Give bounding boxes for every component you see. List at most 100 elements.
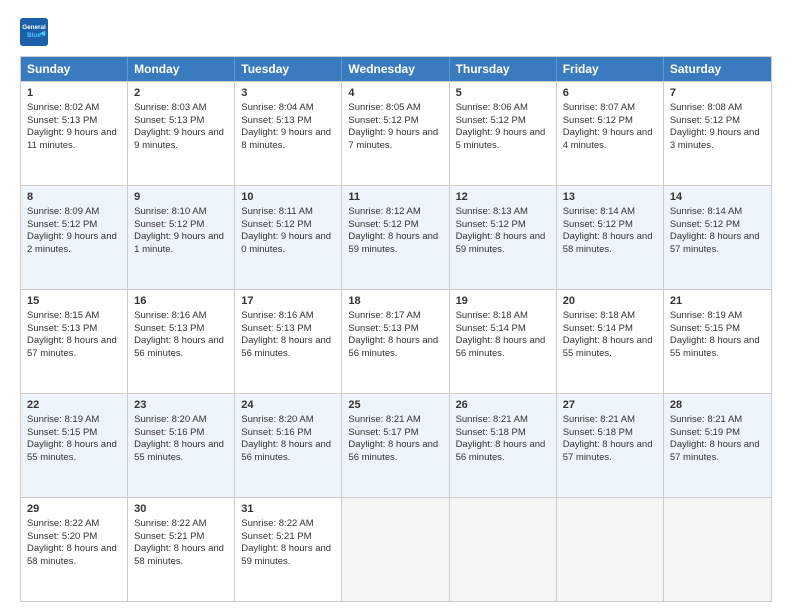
day-number: 10 (241, 190, 335, 205)
day-number: 9 (134, 190, 228, 205)
sunset-label: Sunset: 5:13 PM (27, 323, 97, 334)
day-cell-23: 23Sunrise: 8:20 AMSunset: 5:16 PMDayligh… (128, 394, 235, 497)
daylight-label: Daylight: 8 hours and 57 minutes. (27, 335, 117, 359)
daylight-label: Daylight: 8 hours and 55 minutes. (563, 335, 653, 359)
empty-cell (342, 498, 449, 601)
sunset-label: Sunset: 5:17 PM (348, 427, 418, 438)
day-number: 27 (563, 398, 657, 413)
daylight-label: Daylight: 8 hours and 56 minutes. (134, 335, 224, 359)
day-number: 1 (27, 86, 121, 101)
calendar: SundayMondayTuesdayWednesdayThursdayFrid… (20, 56, 772, 602)
sunrise-label: Sunrise: 8:14 AM (670, 206, 742, 217)
daylight-label: Daylight: 8 hours and 55 minutes. (134, 439, 224, 463)
sunset-label: Sunset: 5:12 PM (134, 219, 204, 230)
header-day-monday: Monday (128, 57, 235, 81)
daylight-label: Daylight: 9 hours and 2 minutes. (27, 231, 117, 255)
day-number: 3 (241, 86, 335, 101)
day-number: 13 (563, 190, 657, 205)
sunset-label: Sunset: 5:14 PM (456, 323, 526, 334)
day-cell-17: 17Sunrise: 8:16 AMSunset: 5:13 PMDayligh… (235, 290, 342, 393)
sunset-label: Sunset: 5:21 PM (241, 531, 311, 542)
empty-cell (664, 498, 771, 601)
sunset-label: Sunset: 5:12 PM (241, 219, 311, 230)
day-number: 5 (456, 86, 550, 101)
day-number: 17 (241, 294, 335, 309)
sunrise-label: Sunrise: 8:07 AM (563, 102, 635, 113)
day-number: 20 (563, 294, 657, 309)
day-number: 26 (456, 398, 550, 413)
sunset-label: Sunset: 5:19 PM (670, 427, 740, 438)
sunrise-label: Sunrise: 8:02 AM (27, 102, 99, 113)
sunrise-label: Sunrise: 8:17 AM (348, 310, 420, 321)
sunset-label: Sunset: 5:21 PM (134, 531, 204, 542)
sunrise-label: Sunrise: 8:21 AM (563, 414, 635, 425)
day-cell-9: 9Sunrise: 8:10 AMSunset: 5:12 PMDaylight… (128, 186, 235, 289)
day-number: 8 (27, 190, 121, 205)
day-cell-31: 31Sunrise: 8:22 AMSunset: 5:21 PMDayligh… (235, 498, 342, 601)
header-day-tuesday: Tuesday (235, 57, 342, 81)
sunset-label: Sunset: 5:15 PM (670, 323, 740, 334)
daylight-label: Daylight: 8 hours and 58 minutes. (27, 543, 117, 567)
calendar-header: SundayMondayTuesdayWednesdayThursdayFrid… (21, 57, 771, 81)
day-number: 28 (670, 398, 765, 413)
daylight-label: Daylight: 8 hours and 56 minutes. (241, 439, 331, 463)
day-number: 25 (348, 398, 442, 413)
day-number: 30 (134, 502, 228, 517)
day-number: 7 (670, 86, 765, 101)
daylight-label: Daylight: 8 hours and 59 minutes. (241, 543, 331, 567)
day-cell-25: 25Sunrise: 8:21 AMSunset: 5:17 PMDayligh… (342, 394, 449, 497)
daylight-label: Daylight: 8 hours and 56 minutes. (348, 335, 438, 359)
day-cell-14: 14Sunrise: 8:14 AMSunset: 5:12 PMDayligh… (664, 186, 771, 289)
sunrise-label: Sunrise: 8:19 AM (27, 414, 99, 425)
day-cell-18: 18Sunrise: 8:17 AMSunset: 5:13 PMDayligh… (342, 290, 449, 393)
day-number: 18 (348, 294, 442, 309)
day-cell-11: 11Sunrise: 8:12 AMSunset: 5:12 PMDayligh… (342, 186, 449, 289)
sunrise-label: Sunrise: 8:18 AM (563, 310, 635, 321)
day-cell-22: 22Sunrise: 8:19 AMSunset: 5:15 PMDayligh… (21, 394, 128, 497)
sunset-label: Sunset: 5:16 PM (241, 427, 311, 438)
header-day-wednesday: Wednesday (342, 57, 449, 81)
calendar-week-4: 22Sunrise: 8:19 AMSunset: 5:15 PMDayligh… (21, 393, 771, 497)
daylight-label: Daylight: 8 hours and 59 minutes. (456, 231, 546, 255)
sunset-label: Sunset: 5:12 PM (563, 219, 633, 230)
daylight-label: Daylight: 8 hours and 57 minutes. (670, 439, 760, 463)
daylight-label: Daylight: 9 hours and 3 minutes. (670, 127, 760, 151)
sunrise-label: Sunrise: 8:20 AM (241, 414, 313, 425)
day-cell-19: 19Sunrise: 8:18 AMSunset: 5:14 PMDayligh… (450, 290, 557, 393)
page-header: General Blue (20, 18, 772, 46)
sunrise-label: Sunrise: 8:19 AM (670, 310, 742, 321)
day-cell-20: 20Sunrise: 8:18 AMSunset: 5:14 PMDayligh… (557, 290, 664, 393)
sunrise-label: Sunrise: 8:11 AM (241, 206, 313, 217)
calendar-week-5: 29Sunrise: 8:22 AMSunset: 5:20 PMDayligh… (21, 497, 771, 601)
sunrise-label: Sunrise: 8:20 AM (134, 414, 206, 425)
sunrise-label: Sunrise: 8:15 AM (27, 310, 99, 321)
daylight-label: Daylight: 9 hours and 11 minutes. (27, 127, 117, 151)
sunset-label: Sunset: 5:12 PM (670, 115, 740, 126)
sunrise-label: Sunrise: 8:09 AM (27, 206, 99, 217)
sunset-label: Sunset: 5:18 PM (456, 427, 526, 438)
daylight-label: Daylight: 8 hours and 58 minutes. (134, 543, 224, 567)
sunrise-label: Sunrise: 8:18 AM (456, 310, 528, 321)
sunrise-label: Sunrise: 8:05 AM (348, 102, 420, 113)
sunrise-label: Sunrise: 8:03 AM (134, 102, 206, 113)
header-day-thursday: Thursday (450, 57, 557, 81)
day-number: 29 (27, 502, 121, 517)
day-number: 12 (456, 190, 550, 205)
day-cell-10: 10Sunrise: 8:11 AMSunset: 5:12 PMDayligh… (235, 186, 342, 289)
sunrise-label: Sunrise: 8:21 AM (456, 414, 528, 425)
sunrise-label: Sunrise: 8:08 AM (670, 102, 742, 113)
empty-cell (557, 498, 664, 601)
day-cell-29: 29Sunrise: 8:22 AMSunset: 5:20 PMDayligh… (21, 498, 128, 601)
daylight-label: Daylight: 8 hours and 55 minutes. (670, 335, 760, 359)
day-number: 14 (670, 190, 765, 205)
day-cell-6: 6Sunrise: 8:07 AMSunset: 5:12 PMDaylight… (557, 82, 664, 185)
sunset-label: Sunset: 5:13 PM (27, 115, 97, 126)
day-number: 16 (134, 294, 228, 309)
sunrise-label: Sunrise: 8:16 AM (134, 310, 206, 321)
day-number: 6 (563, 86, 657, 101)
logo: General Blue (20, 18, 50, 46)
sunrise-label: Sunrise: 8:22 AM (241, 518, 313, 529)
calendar-week-1: 1Sunrise: 8:02 AMSunset: 5:13 PMDaylight… (21, 81, 771, 185)
logo-icon: General Blue (20, 18, 48, 46)
day-number: 22 (27, 398, 121, 413)
